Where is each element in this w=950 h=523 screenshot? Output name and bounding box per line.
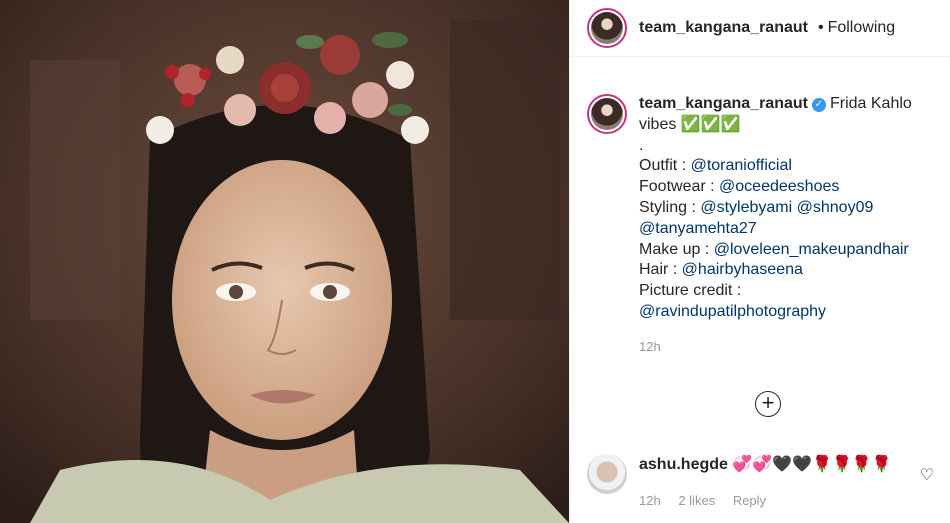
mention-hair[interactable]: @hairbyhaseena: [682, 261, 803, 278]
comment-timestamp[interactable]: 12h: [639, 493, 661, 508]
credit-label: Picture credit :: [639, 282, 742, 300]
mention-styling-3[interactable]: @tanyamehta27: [639, 220, 757, 237]
load-more-comments-icon[interactable]: +: [755, 391, 781, 417]
comment-item: ashu.hegde 💞💞🖤🖤🌹🌹🌹🌹 12h 2 likes Reply: [587, 454, 937, 508]
comment-likes[interactable]: 2 likes: [678, 493, 715, 508]
comment-username[interactable]: ashu.hegde: [639, 456, 728, 473]
like-comment-heart-icon[interactable]: ♡: [920, 465, 934, 485]
caption-timestamp[interactable]: 12h: [639, 337, 912, 358]
post-sidebar: team_kangana_ranaut • Following team_kan…: [569, 0, 950, 523]
makeup-label: Make up :: [639, 240, 714, 258]
following-button[interactable]: Following: [828, 19, 896, 37]
post-header: team_kangana_ranaut • Following: [570, 0, 950, 57]
styling-label: Styling :: [639, 198, 701, 216]
comment-text: 💞💞🖤🖤🌹🌹🌹🌹: [732, 456, 892, 473]
post-photo[interactable]: [0, 0, 569, 523]
mention-footwear[interactable]: @oceedeeshoes: [719, 178, 839, 195]
author-username[interactable]: team_kangana_ranaut: [639, 19, 808, 37]
caption-text-1: Frida Kahlo: [829, 95, 912, 112]
outfit-label: Outfit :: [639, 157, 691, 175]
caption-text-3: .: [639, 136, 644, 154]
footwear-label: Footwear :: [639, 178, 720, 196]
caption: team_kangana_ranaut ✓ Frida Kahlo vibes ✅✅…: [587, 94, 937, 358]
caption-avatar[interactable]: [587, 94, 627, 134]
mention-makeup[interactable]: @loveleen_makeupandhair: [714, 241, 909, 258]
post-dialog: team_kangana_ranaut • Following team_kan…: [0, 0, 950, 523]
author-avatar[interactable]: [587, 8, 627, 48]
caption-username[interactable]: team_kangana_ranaut: [639, 95, 808, 112]
mention-styling-2[interactable]: @shnoy09: [797, 199, 874, 216]
caption-text-2: vibes ✅✅✅: [639, 115, 741, 133]
separator-dot: •: [817, 19, 824, 36]
mention-credit[interactable]: @ravindupatilphotography: [639, 303, 826, 320]
hair-label: Hair :: [639, 261, 682, 279]
verified-badge-icon: ✓: [811, 98, 826, 112]
portrait-image: [0, 0, 569, 523]
commenter-avatar[interactable]: [587, 454, 627, 494]
mention-outfit[interactable]: @toraniofficial: [691, 157, 792, 174]
mention-styling-1[interactable]: @stylebyami: [700, 199, 792, 216]
comment-reply-button[interactable]: Reply: [733, 493, 766, 508]
